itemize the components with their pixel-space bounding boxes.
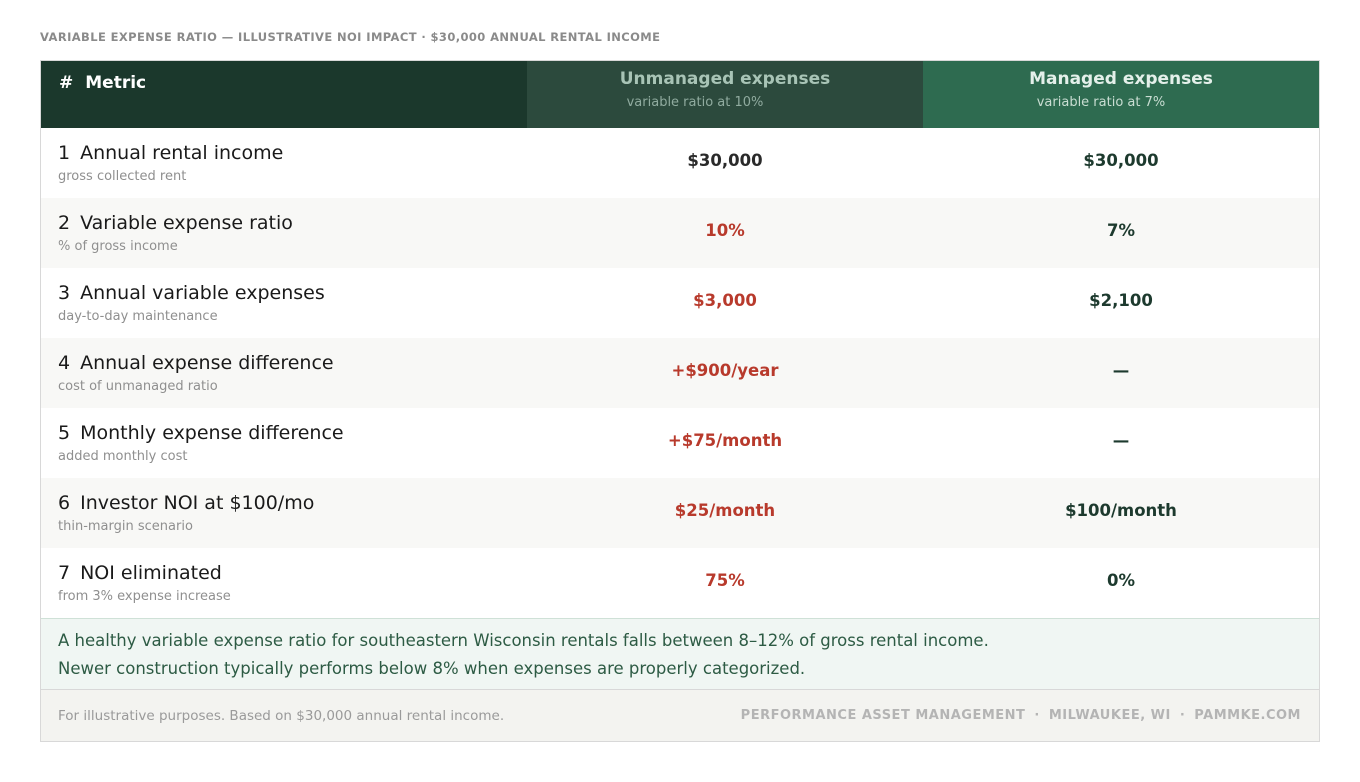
metric-subtitle: % of gross income: [58, 239, 178, 254]
metric-label: 3 Annual variable expenses: [58, 282, 527, 304]
metric-number: 3: [58, 282, 71, 304]
note-line-2: Newer construction typically performs be…: [58, 659, 806, 678]
unmanaged-value: $3,000: [693, 291, 757, 310]
metric-subtitle: added monthly cost: [58, 449, 188, 464]
header-managed-subtitle: variable ratio at 7%: [1036, 95, 1166, 110]
metric-cell: 1 Annual rental income gross collected re…: [41, 128, 527, 198]
unmanaged-value: $25/month: [674, 501, 776, 520]
metric-number: 5: [58, 422, 71, 444]
metric-cell: 3 Annual variable expenses day-to-day mai…: [41, 268, 527, 338]
metric-label: 7 NOI eliminated: [58, 562, 527, 584]
metric-number: 2: [58, 212, 71, 234]
unmanaged-value: $30,000: [687, 151, 763, 170]
table-row: 2 Variable expense ratio % of gross incom…: [41, 198, 1319, 268]
table-row: 3 Annual variable expenses day-to-day mai…: [41, 268, 1319, 338]
header-hash: #: [59, 73, 74, 93]
header-managed: Managed expenses variable ratio at 7%: [923, 61, 1319, 128]
metric-name: Annual rental income: [80, 142, 284, 164]
metric-number: 4: [58, 352, 71, 374]
metric-cell: 7 NOI eliminated from 3% expense increase: [41, 548, 527, 618]
metric-subtitle: day-to-day maintenance: [58, 309, 218, 324]
header-unmanaged: Unmanaged expenses variable ratio at 10%: [527, 61, 923, 128]
table-caption: VARIABLE EXPENSE RATIO — ILLUSTRATIVE NO…: [40, 30, 661, 44]
managed-value: 0%: [1106, 571, 1135, 590]
metric-label: 4 Annual expense difference: [58, 352, 527, 374]
metric-cell: 2 Variable expense ratio % of gross incom…: [41, 198, 527, 268]
footer-location: MILWAUKEE, WI: [1048, 708, 1171, 723]
metric-label: 6 Investor NOI at $100/mo: [58, 492, 527, 514]
footer-separator: ·: [1034, 708, 1040, 723]
unmanaged-value: 75%: [705, 571, 745, 590]
metric-cell: 5 Monthly expense difference added monthl…: [41, 408, 527, 478]
footer-brand-line: PERFORMANCE ASSET MANAGEMENT · MILWAUKEE, …: [741, 708, 1301, 723]
header-unmanaged-subtitle: variable ratio at 10%: [626, 95, 764, 110]
unmanaged-value: +$75/month: [667, 431, 783, 450]
metric-number: 7: [58, 562, 71, 584]
metric-name: NOI eliminated: [80, 562, 222, 584]
table-footer: For illustrative purposes. Based on $30,…: [41, 690, 1319, 741]
table-row: 5 Monthly expense difference added monthl…: [41, 408, 1319, 478]
metric-label: 1 Annual rental income: [58, 142, 527, 164]
table-row: 6 Investor NOI at $100/mo thin-margin sce…: [41, 478, 1319, 548]
metric-name: Annual expense difference: [80, 352, 334, 374]
managed-value: $100/month: [1065, 501, 1177, 520]
metric-name: Annual variable expenses: [80, 282, 325, 304]
table-row: 1 Annual rental income gross collected re…: [41, 128, 1319, 198]
comparison-table: # Metric Unmanaged expenses variable rati…: [40, 60, 1320, 742]
metric-subtitle: cost of unmanaged ratio: [58, 379, 218, 394]
note-line-1: A healthy variable expense ratio for sou…: [58, 631, 989, 650]
unmanaged-value: +$900/year: [671, 361, 779, 380]
metric-subtitle: from 3% expense increase: [58, 589, 231, 604]
managed-value: 7%: [1106, 221, 1135, 240]
metric-subtitle: gross collected rent: [58, 169, 187, 184]
footer-website: PAMMKE.COM: [1194, 708, 1301, 723]
info-note: A healthy variable expense ratio for sou…: [41, 618, 1319, 690]
managed-value: $30,000: [1083, 151, 1159, 170]
metric-number: 6: [58, 492, 71, 514]
header-metric: # Metric: [41, 61, 527, 128]
footer-brand: PERFORMANCE ASSET MANAGEMENT: [740, 708, 1026, 723]
metric-name: Investor NOI at $100/mo: [80, 492, 315, 514]
metric-label: 5 Monthly expense difference: [58, 422, 527, 444]
managed-value: $2,100: [1089, 291, 1153, 310]
metric-cell: 4 Annual expense difference cost of unman…: [41, 338, 527, 408]
managed-value: —: [1112, 361, 1130, 380]
footer-separator: ·: [1179, 708, 1186, 723]
metric-cell: 6 Investor NOI at $100/mo thin-margin sce…: [41, 478, 527, 548]
managed-value: —: [1112, 431, 1130, 450]
metric-name: Monthly expense difference: [80, 422, 344, 444]
header-unmanaged-title: Unmanaged expenses: [619, 69, 831, 89]
header-metric-label: Metric: [85, 73, 147, 93]
metric-name: Variable expense ratio: [80, 212, 293, 234]
metric-number: 1: [58, 142, 71, 164]
unmanaged-value: 10%: [705, 221, 745, 240]
metric-subtitle: thin-margin scenario: [58, 519, 193, 534]
metric-label: 2 Variable expense ratio: [58, 212, 527, 234]
header-managed-title: Managed expenses: [1029, 69, 1213, 89]
table-header: # Metric Unmanaged expenses variable rati…: [41, 61, 1319, 128]
table-row: 7 NOI eliminated from 3% expense increase…: [41, 548, 1319, 618]
table-row: 4 Annual expense difference cost of unman…: [41, 338, 1319, 408]
footer-disclaimer: For illustrative purposes. Based on $30,…: [58, 707, 505, 724]
